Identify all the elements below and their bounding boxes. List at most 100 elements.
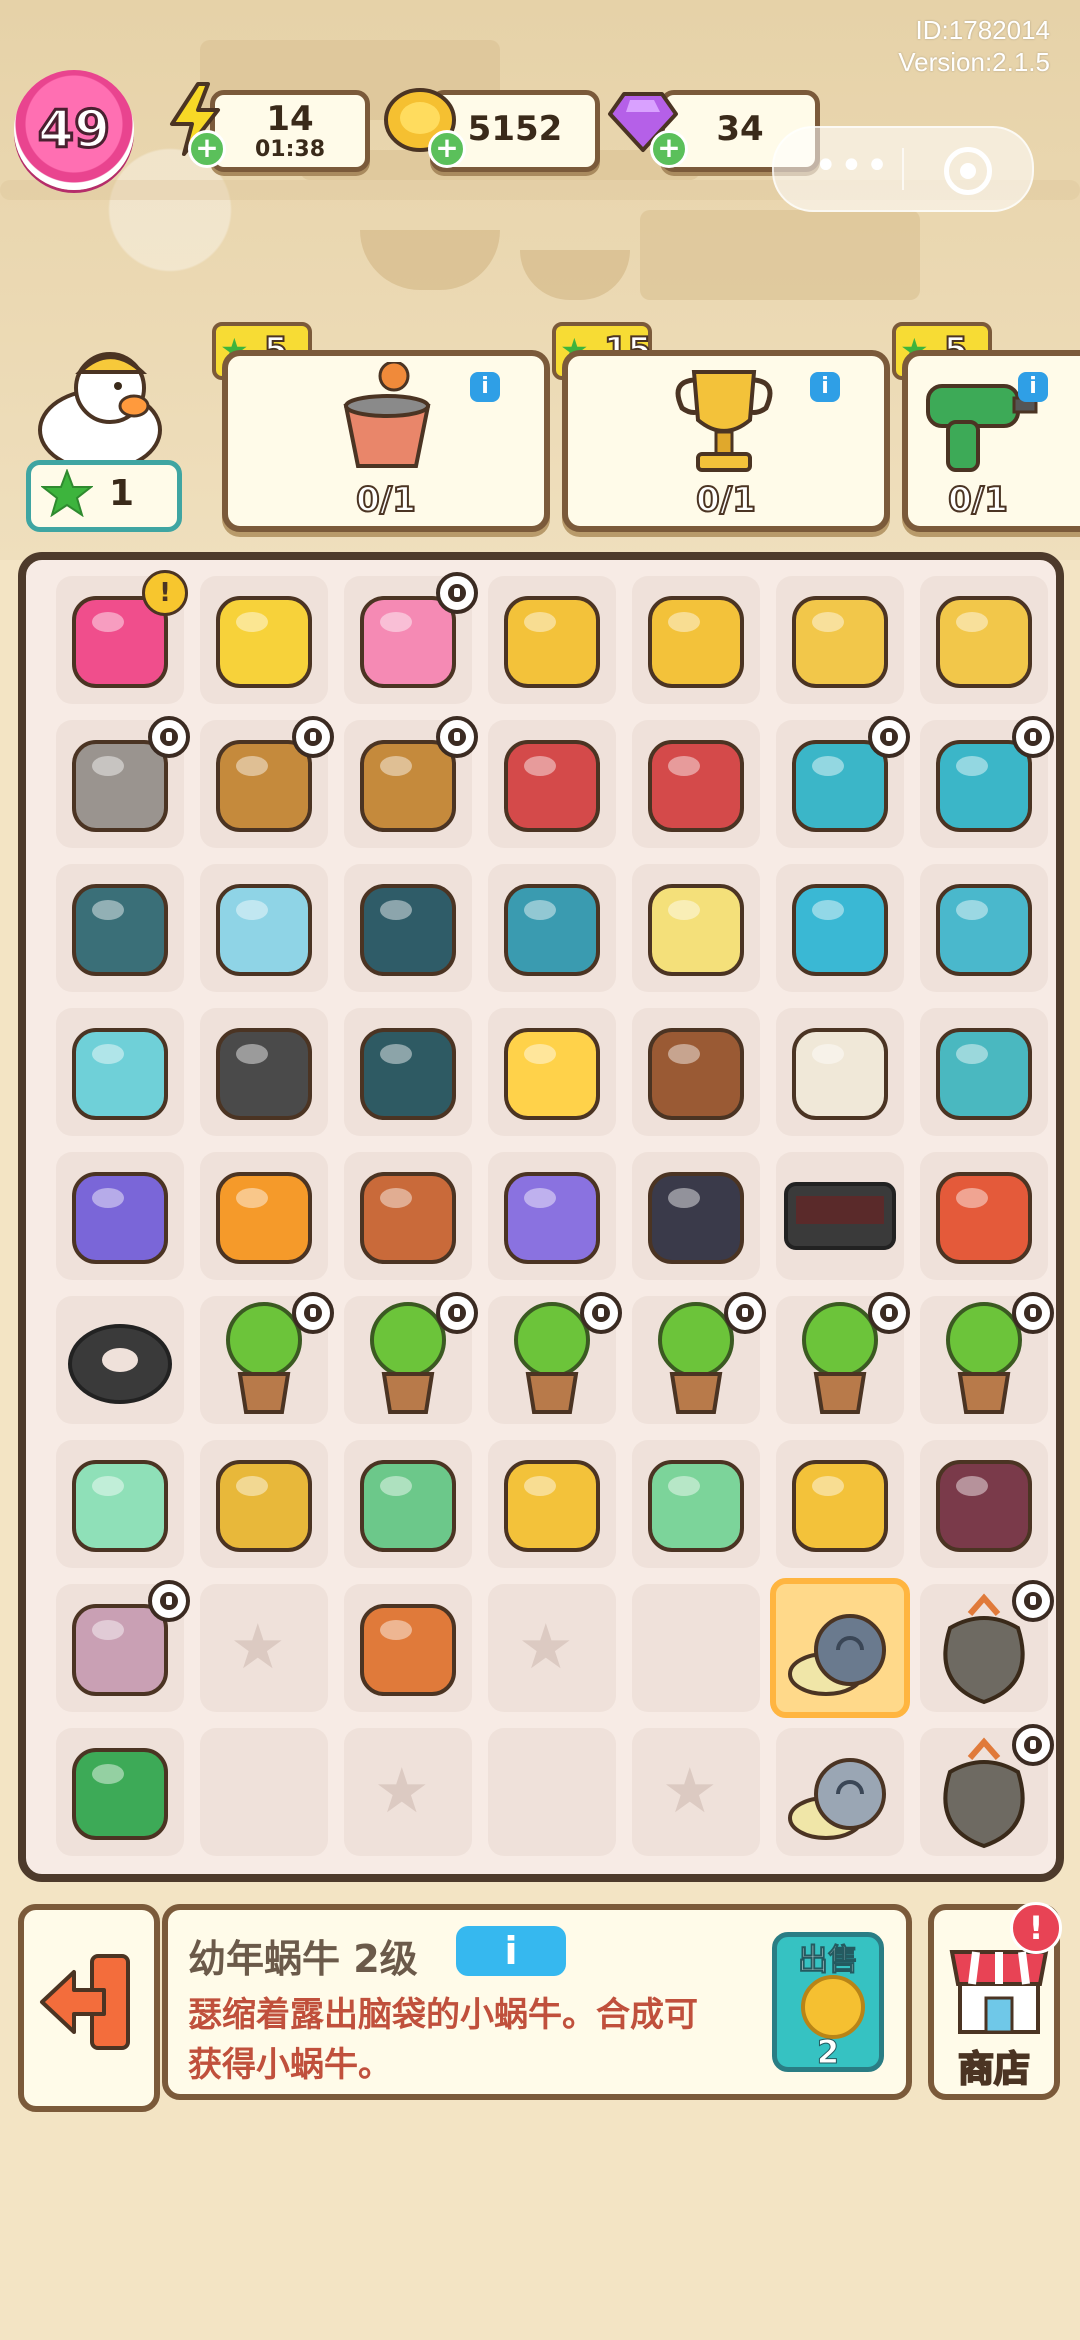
board-cell[interactable] <box>480 1432 624 1576</box>
clock-icon <box>1012 1580 1054 1622</box>
board-cell[interactable] <box>192 1720 336 1864</box>
board-cell[interactable] <box>480 1720 624 1864</box>
board-cell[interactable] <box>192 1432 336 1576</box>
board-cell[interactable] <box>336 712 480 856</box>
board-cell[interactable] <box>624 1000 768 1144</box>
player-level-badge[interactable]: 49 <box>14 70 134 190</box>
board-cell[interactable] <box>480 1000 624 1144</box>
board-cell[interactable] <box>624 568 768 712</box>
board-cell[interactable] <box>192 568 336 712</box>
order-card[interactable]: i 0/1 <box>562 350 890 532</box>
cash-icon <box>360 1460 456 1552</box>
board-cell[interactable] <box>768 1720 912 1864</box>
board-cell[interactable]: ★ <box>624 1720 768 1864</box>
board-cell[interactable] <box>192 1288 336 1432</box>
board-cell[interactable] <box>480 712 624 856</box>
board-cell[interactable] <box>768 1000 912 1144</box>
item-info-button[interactable]: i <box>456 1926 566 1976</box>
board-cell[interactable] <box>48 1288 192 1432</box>
order-info-button[interactable]: i <box>1018 372 1048 402</box>
money-case-icon <box>936 1460 1032 1552</box>
board-cell[interactable] <box>192 712 336 856</box>
board-cell[interactable] <box>336 1288 480 1432</box>
board-cell[interactable] <box>480 1288 624 1432</box>
board-cell[interactable] <box>768 712 912 856</box>
exit-icon <box>40 1954 130 2050</box>
board-cell[interactable] <box>768 568 912 712</box>
pickaxe-icon <box>360 1604 456 1696</box>
board-cell[interactable] <box>336 1144 480 1288</box>
board-cell[interactable] <box>48 1720 192 1864</box>
board-cell[interactable] <box>336 568 480 712</box>
sell-button[interactable]: 出售 2 <box>772 1932 884 2072</box>
board-cell[interactable] <box>768 856 912 1000</box>
board-cell[interactable] <box>912 712 1056 856</box>
board-cell[interactable] <box>912 1144 1056 1288</box>
board-cell[interactable] <box>624 1576 768 1720</box>
order-card[interactable]: i 0/1 <box>902 350 1080 532</box>
trophy-icon <box>675 370 773 472</box>
board-cell[interactable] <box>48 712 192 856</box>
board-cell[interactable] <box>336 1000 480 1144</box>
board-cell[interactable] <box>192 1144 336 1288</box>
order-info-button[interactable]: i <box>810 372 840 402</box>
order-card[interactable]: i 0/1 <box>222 350 550 532</box>
board-cell[interactable] <box>48 856 192 1000</box>
board-cell[interactable]: ★ <box>480 1576 624 1720</box>
clock-icon <box>1012 1292 1054 1334</box>
order-info-button[interactable]: i <box>470 372 500 402</box>
board-cell[interactable]: ! <box>48 568 192 712</box>
board-cell[interactable] <box>624 856 768 1000</box>
add-gems-button[interactable]: + <box>650 130 688 168</box>
board-cell[interactable] <box>624 1288 768 1432</box>
board-cell[interactable] <box>768 1288 912 1432</box>
board-cell[interactable] <box>768 1144 912 1288</box>
duck-worker-avatar[interactable] <box>30 340 170 470</box>
board-cell[interactable] <box>48 1144 192 1288</box>
board-cell[interactable] <box>480 568 624 712</box>
board-cell[interactable] <box>912 1000 1056 1144</box>
merge-board: ! ★ ★ ★ ★ <box>18 552 1064 1882</box>
board-cell[interactable] <box>192 1000 336 1144</box>
clipboard-icon <box>216 884 312 976</box>
player-star-counter[interactable]: 1 <box>26 460 182 532</box>
board-cell[interactable] <box>912 1720 1056 1864</box>
board-cell[interactable] <box>336 856 480 1000</box>
version-label: Version:2.1.5 <box>898 47 1050 77</box>
shop-house-icon <box>360 1172 456 1264</box>
board-cell[interactable] <box>912 568 1056 712</box>
board-cell[interactable] <box>912 1576 1056 1720</box>
shop-button[interactable]: ! 商店 <box>928 1902 1062 2100</box>
player-id: ID:1782014 <box>915 15 1050 45</box>
board-cell[interactable] <box>480 1144 624 1288</box>
more-menu-icon[interactable]: ••• <box>814 146 891 186</box>
board-cell[interactable] <box>768 1432 912 1576</box>
frying-pan-icon <box>216 1028 312 1120</box>
board-cell[interactable]: ★ <box>192 1576 336 1720</box>
board-cell-selected[interactable] <box>768 1576 912 1720</box>
board-cell[interactable] <box>336 1576 480 1720</box>
board-cell[interactable] <box>192 856 336 1000</box>
board-cell[interactable] <box>480 856 624 1000</box>
board-cell[interactable]: ★ <box>336 1720 480 1864</box>
add-energy-button[interactable]: + <box>188 130 226 168</box>
shop-alert-badge: ! <box>1010 1902 1062 1954</box>
board-cell[interactable] <box>48 1000 192 1144</box>
board-cell[interactable] <box>48 1432 192 1576</box>
board-cell[interactable] <box>624 1432 768 1576</box>
clock-icon <box>436 716 478 758</box>
board-cell[interactable] <box>912 1432 1056 1576</box>
snail-shell-icon <box>788 1614 886 1696</box>
exit-button[interactable] <box>18 1904 160 2112</box>
empty-slot-star-icon: ★ <box>374 1754 430 1827</box>
board-cell[interactable] <box>48 1576 192 1720</box>
add-coins-button[interactable]: + <box>428 130 466 168</box>
board-cell[interactable] <box>912 1288 1056 1432</box>
board-cell[interactable] <box>624 1144 768 1288</box>
board-cell[interactable] <box>624 712 768 856</box>
board-cell[interactable] <box>336 1432 480 1576</box>
hair-clipper-icon <box>72 1460 168 1552</box>
board-cell[interactable] <box>912 856 1056 1000</box>
digital-clock-icon <box>784 1182 896 1250</box>
close-target-icon[interactable] <box>944 147 992 195</box>
